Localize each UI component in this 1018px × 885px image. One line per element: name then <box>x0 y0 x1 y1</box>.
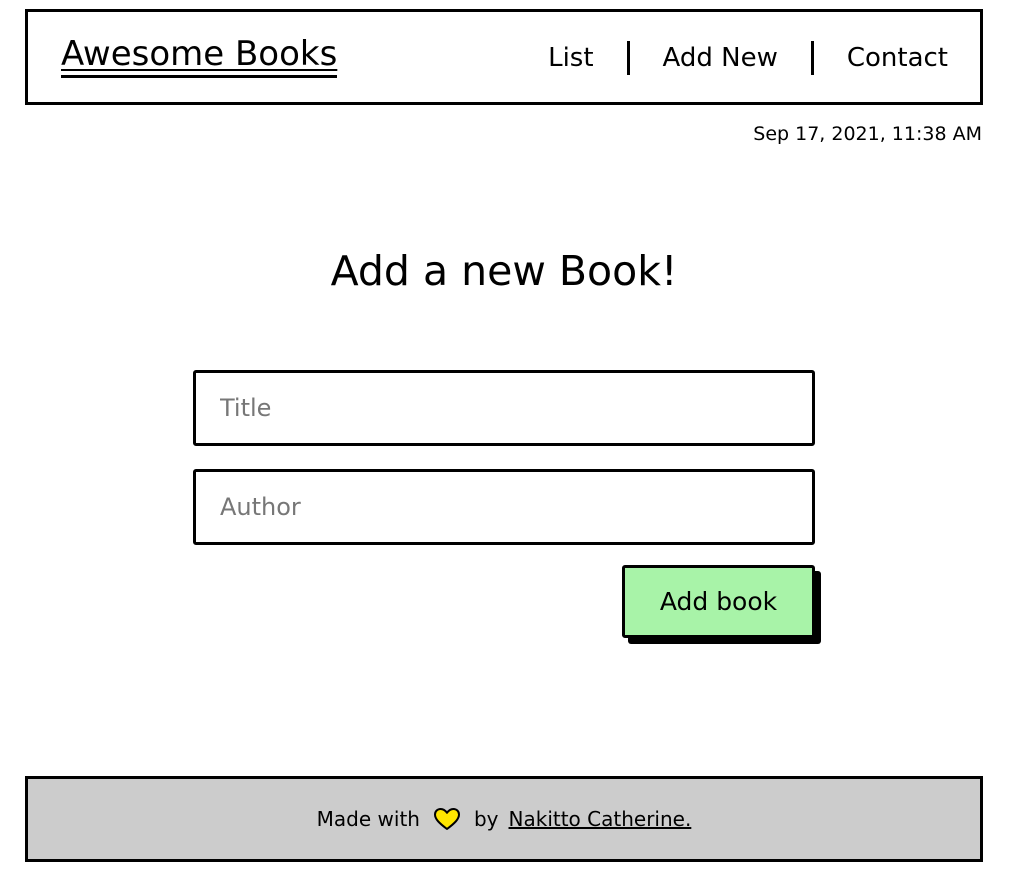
current-datetime: Sep 17, 2021, 11:38 AM <box>753 123 982 145</box>
footer-made-with: Made with <box>316 807 420 831</box>
site-header: Awesome Books List Add New Contact <box>25 9 983 105</box>
site-footer: Made with by Nakitto Catherine. <box>25 776 983 862</box>
add-book-button-wrapper: Add book <box>622 565 821 644</box>
footer-by: by <box>473 807 499 831</box>
title-input[interactable] <box>193 370 815 446</box>
nav-item-add-new[interactable]: Add New <box>630 40 811 76</box>
site-logo[interactable]: Awesome Books <box>61 34 338 78</box>
page-title: Add a new Book! <box>330 247 678 295</box>
site-logo-text: Awesome Books <box>61 34 338 74</box>
add-book-button[interactable]: Add book <box>622 565 815 638</box>
nav-item-list[interactable]: List <box>548 40 626 76</box>
author-input[interactable] <box>193 469 815 545</box>
main-nav: List Add New Contact <box>548 40 980 76</box>
nav-item-contact[interactable]: Contact <box>814 40 980 76</box>
heart-icon <box>432 806 462 832</box>
author-link[interactable]: Nakitto Catherine. <box>509 807 692 831</box>
